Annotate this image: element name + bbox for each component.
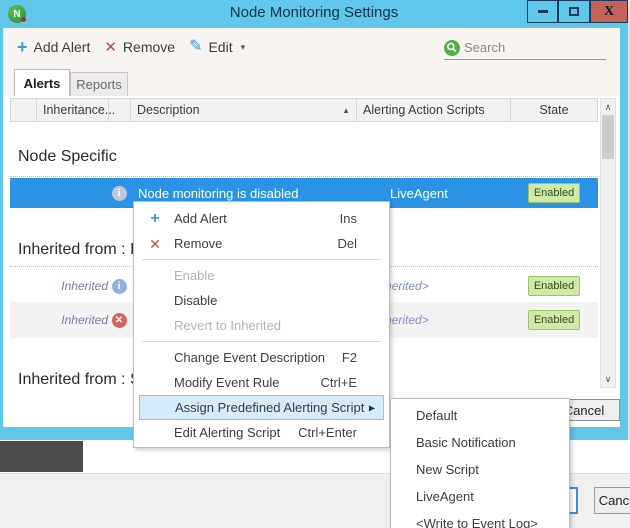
status-badge: Enabled xyxy=(528,276,580,296)
shortcut: Ins xyxy=(340,211,377,226)
maximize-button[interactable] xyxy=(558,0,590,23)
menu-separator xyxy=(134,256,389,263)
row-inheritance: Inherited xyxy=(36,279,108,293)
background-dark-panel xyxy=(0,441,83,472)
edit-dropdown-button[interactable]: ✎ Edit ▾ xyxy=(189,39,245,55)
plus-icon: + xyxy=(147,211,163,227)
column-blank-1[interactable] xyxy=(11,99,37,121)
close-button[interactable]: X xyxy=(590,0,628,23)
column-alerting-scripts[interactable]: Alerting Action Scripts xyxy=(357,99,511,121)
dialog-border-right xyxy=(620,28,628,427)
submenu-item-write-to-event-log[interactable]: <Write to Event Log> xyxy=(391,510,569,528)
shortcut: F2 xyxy=(342,350,377,365)
menu-item-enable: Enable xyxy=(134,263,389,288)
tab-alerts[interactable]: Alerts xyxy=(14,69,70,96)
status-badge: Enabled xyxy=(528,183,580,203)
tab-strip: Reports Alerts xyxy=(3,66,620,96)
scroll-up-icon[interactable]: ∧ xyxy=(601,100,615,114)
search-icon xyxy=(444,40,460,56)
context-menu: + Add Alert Ins ✕ Remove Del Enable Disa… xyxy=(133,201,390,448)
group-header-node-specific: Node Specific xyxy=(10,140,598,174)
error-icon: ✕ xyxy=(112,313,127,328)
column-blank-2[interactable] xyxy=(109,99,131,121)
submenu-arrow-icon: ▶ xyxy=(369,403,375,412)
menu-item-add-alert[interactable]: + Add Alert Ins xyxy=(134,206,389,231)
table-header: Inheritance... Description ▲ Alerting Ac… xyxy=(10,98,598,122)
info-icon: i xyxy=(112,279,127,294)
status-badge: Enabled xyxy=(528,310,580,330)
add-alert-label: Add Alert xyxy=(34,39,91,55)
remove-x-icon: ✕ xyxy=(104,40,117,55)
remove-x-icon: ✕ xyxy=(147,237,163,251)
group-divider xyxy=(10,176,598,177)
submenu: Default Basic Notification New Script Li… xyxy=(390,398,570,528)
menu-item-remove[interactable]: ✕ Remove Del xyxy=(134,231,389,256)
minimize-icon xyxy=(538,10,548,13)
sort-ascending-icon: ▲ xyxy=(342,106,350,115)
menu-item-revert-to-inherited: Revert to Inherited xyxy=(134,313,389,338)
pencil-icon: ✎ xyxy=(189,39,202,55)
row-description: Node monitoring is disabled xyxy=(130,186,356,201)
row-script: LiveAgent xyxy=(356,186,510,201)
edit-label: Edit xyxy=(208,39,232,55)
shortcut: Del xyxy=(337,236,377,251)
shortcut: Ctrl+Enter xyxy=(298,425,377,440)
toolbar: + Add Alert ✕ Remove ✎ Edit ▾ xyxy=(3,28,620,66)
submenu-item-liveagent[interactable]: LiveAgent xyxy=(391,483,569,510)
column-description[interactable]: Description ▲ xyxy=(131,99,357,121)
scroll-down-icon[interactable]: ∨ xyxy=(601,372,615,386)
menu-item-modify-event-rule[interactable]: Modify Event Rule Ctrl+E xyxy=(134,370,389,395)
plus-icon: + xyxy=(17,38,28,56)
column-state[interactable]: State xyxy=(511,99,597,121)
shortcut: Ctrl+E xyxy=(321,375,377,390)
info-icon: i xyxy=(112,186,127,201)
remove-button[interactable]: ✕ Remove xyxy=(104,39,175,55)
tab-reports[interactable]: Reports xyxy=(70,72,128,96)
menu-item-edit-alerting-script[interactable]: Edit Alerting Script Ctrl+Enter xyxy=(134,420,389,445)
submenu-item-default[interactable]: Default xyxy=(391,402,569,429)
maximize-icon xyxy=(569,7,579,16)
chevron-down-icon: ▾ xyxy=(241,42,246,53)
minimize-button[interactable] xyxy=(527,0,558,23)
vertical-scrollbar[interactable]: ∧ ∨ xyxy=(600,98,616,388)
column-inheritance[interactable]: Inheritance... xyxy=(37,99,109,121)
menu-item-change-event-description[interactable]: Change Event Description F2 xyxy=(134,345,389,370)
scrollbar-thumb[interactable] xyxy=(602,115,614,159)
add-alert-button[interactable]: + Add Alert xyxy=(17,38,90,56)
background-cancel-button[interactable]: Cancel xyxy=(594,487,630,514)
search-input[interactable] xyxy=(464,40,594,55)
row-inheritance: Inherited xyxy=(36,313,108,327)
submenu-item-new-script[interactable]: New Script xyxy=(391,456,569,483)
screen: Cancel N Node Monitoring Settings X + Ad… xyxy=(0,0,630,528)
menu-separator xyxy=(134,338,389,345)
search-box[interactable] xyxy=(444,36,606,60)
submenu-item-basic-notification[interactable]: Basic Notification xyxy=(391,429,569,456)
menu-item-assign-predefined-alerting-script[interactable]: Assign Predefined Alerting Script ▶ xyxy=(139,395,384,420)
menu-item-disable[interactable]: Disable xyxy=(134,288,389,313)
remove-label: Remove xyxy=(123,39,175,55)
